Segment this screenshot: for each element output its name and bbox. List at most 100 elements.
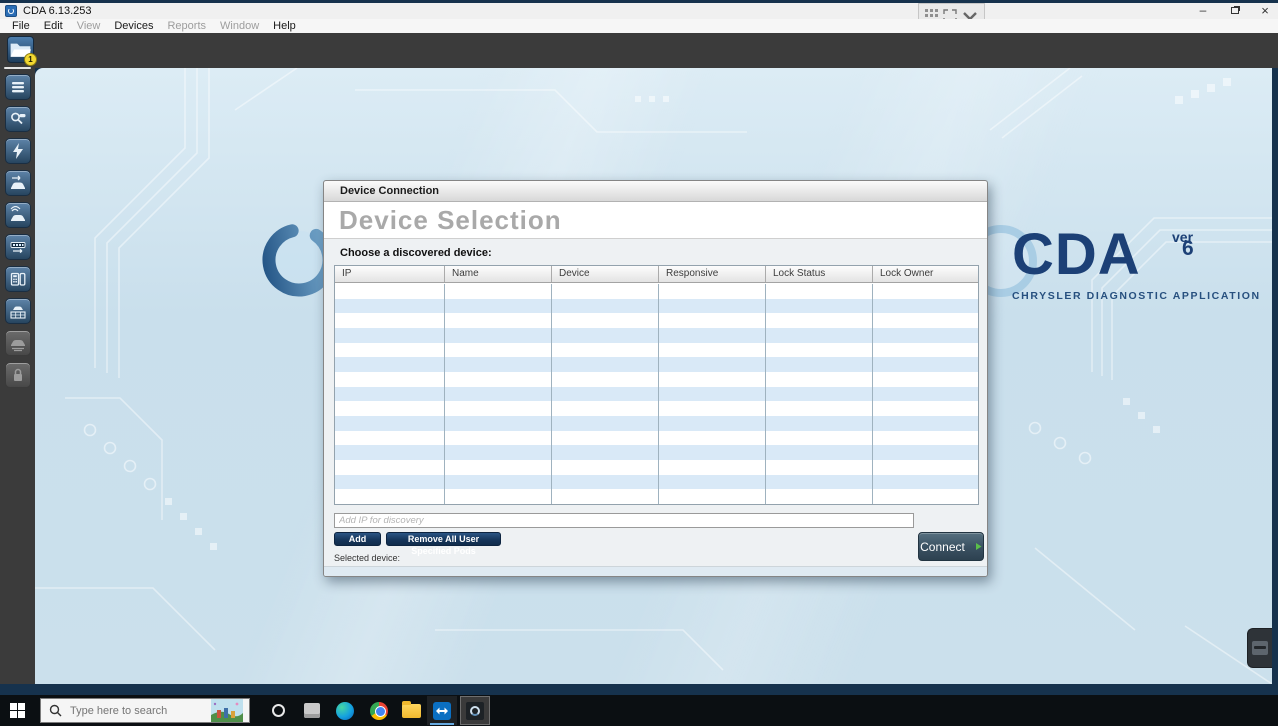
menu-window: Window <box>213 19 266 33</box>
table-row[interactable] <box>335 343 978 358</box>
table-row[interactable] <box>335 284 978 299</box>
file-explorer-icon <box>402 704 421 718</box>
sidebar-item-modules[interactable] <box>5 266 31 292</box>
table-cell <box>766 401 873 416</box>
table-row[interactable] <box>335 387 978 402</box>
table-cell <box>445 431 552 446</box>
device-table: IP Name Device Responsive Lock Status Lo… <box>334 265 979 505</box>
table-cell <box>873 445 978 460</box>
table-row[interactable] <box>335 416 978 431</box>
table-cell <box>335 357 445 372</box>
flash-icon <box>9 142 27 160</box>
sidebar <box>0 68 35 684</box>
table-cell <box>766 372 873 387</box>
table-row[interactable] <box>335 401 978 416</box>
menu-edit[interactable]: Edit <box>37 19 70 33</box>
table-row[interactable] <box>335 357 978 372</box>
column-header-name[interactable]: Name <box>445 266 552 282</box>
taskbar-app-gray[interactable] <box>297 696 327 725</box>
table-row[interactable] <box>335 460 978 475</box>
sidebar-item-vehicle-wireless[interactable] <box>5 202 31 228</box>
sidebar-item-vehicle-data[interactable] <box>5 298 31 324</box>
add-ip-input[interactable] <box>334 513 914 528</box>
sidebar-item-vehicle-connect[interactable] <box>5 170 31 196</box>
column-header-lock-status[interactable]: Lock Status <box>766 266 873 282</box>
column-header-ip[interactable]: IP <box>335 266 445 282</box>
search-input[interactable] <box>68 704 203 718</box>
table-row[interactable] <box>335 445 978 460</box>
slide-panel-handle[interactable] <box>1247 628 1272 668</box>
table-cell <box>659 475 766 490</box>
table-cell <box>552 475 659 490</box>
table-cell <box>445 328 552 343</box>
table-cell <box>335 460 445 475</box>
menu-view: View <box>70 19 108 33</box>
watermark-brand: CDA <box>1012 225 1141 285</box>
table-cell <box>766 343 873 358</box>
taskbar-file-explorer[interactable] <box>396 696 426 725</box>
table-row[interactable] <box>335 313 978 328</box>
remove-all-pods-button[interactable]: Remove All User Specified Pods <box>386 532 501 546</box>
table-cell <box>766 328 873 343</box>
table-cell <box>335 387 445 402</box>
workorder-count-badge: 1 <box>24 53 37 66</box>
table-cell <box>659 284 766 299</box>
table-cell <box>873 401 978 416</box>
table-cell <box>335 475 445 490</box>
table-cell <box>445 372 552 387</box>
desktop-screen: CDA 6.13.253 – × File Edit View Devices … <box>0 0 1278 726</box>
table-cell <box>445 313 552 328</box>
table-row[interactable] <box>335 431 978 446</box>
workorder-folder-button[interactable]: 1 <box>7 36 34 63</box>
taskbar-teamviewer[interactable] <box>427 696 457 725</box>
table-cell <box>766 416 873 431</box>
table-row[interactable] <box>335 489 978 504</box>
table-cell <box>873 475 978 490</box>
edge-icon <box>336 702 354 720</box>
table-cell <box>552 299 659 314</box>
table-cell <box>659 343 766 358</box>
menu-file[interactable]: File <box>5 19 37 33</box>
sidebar-item-list[interactable] <box>5 74 31 100</box>
table-cell <box>552 357 659 372</box>
column-header-responsive[interactable]: Responsive <box>659 266 766 282</box>
sidebar-item-vehicle-lift-disabled <box>5 330 31 356</box>
menu-help[interactable]: Help <box>266 19 303 33</box>
table-cell <box>873 416 978 431</box>
dialog-heading-band: Device Selection <box>324 202 987 239</box>
table-cell <box>552 416 659 431</box>
sidebar-item-odometer[interactable] <box>5 234 31 260</box>
connect-button-label: Connect <box>920 540 965 554</box>
start-button-icon[interactable] <box>10 703 25 718</box>
dialog-footer <box>324 566 987 576</box>
close-button[interactable]: × <box>1254 3 1276 19</box>
menu-devices[interactable]: Devices <box>107 19 160 33</box>
table-row[interactable] <box>335 475 978 490</box>
taskbar-cda-active[interactable] <box>460 696 490 725</box>
connect-button[interactable]: Connect <box>918 532 984 561</box>
column-header-device[interactable]: Device <box>552 266 659 282</box>
table-cell <box>659 357 766 372</box>
column-header-lock-owner[interactable]: Lock Owner <box>873 266 978 282</box>
table-row[interactable] <box>335 328 978 343</box>
table-cell <box>335 299 445 314</box>
table-row[interactable] <box>335 372 978 387</box>
sidebar-item-flash[interactable] <box>5 138 31 164</box>
taskbar-edge[interactable] <box>330 696 360 725</box>
table-cell <box>766 431 873 446</box>
restore-button[interactable] <box>1224 3 1246 19</box>
table-row[interactable] <box>335 299 978 314</box>
taskbar-search[interactable] <box>40 698 250 723</box>
sidebar-item-vehicle-search[interactable] <box>5 106 31 132</box>
sidebar-item-lock-disabled <box>5 362 31 388</box>
add-button[interactable]: Add <box>334 532 381 546</box>
app-window-icon <box>5 5 17 17</box>
taskbar-chrome[interactable] <box>364 696 394 725</box>
dialog-titlebar[interactable]: Device Connection <box>324 181 987 202</box>
taskbar-cortana[interactable] <box>263 696 293 725</box>
table-cell <box>335 401 445 416</box>
minimize-button[interactable]: – <box>1192 3 1214 19</box>
search-highlight-art <box>211 699 243 722</box>
table-cell <box>335 445 445 460</box>
vehicle-grid-icon <box>9 302 27 320</box>
